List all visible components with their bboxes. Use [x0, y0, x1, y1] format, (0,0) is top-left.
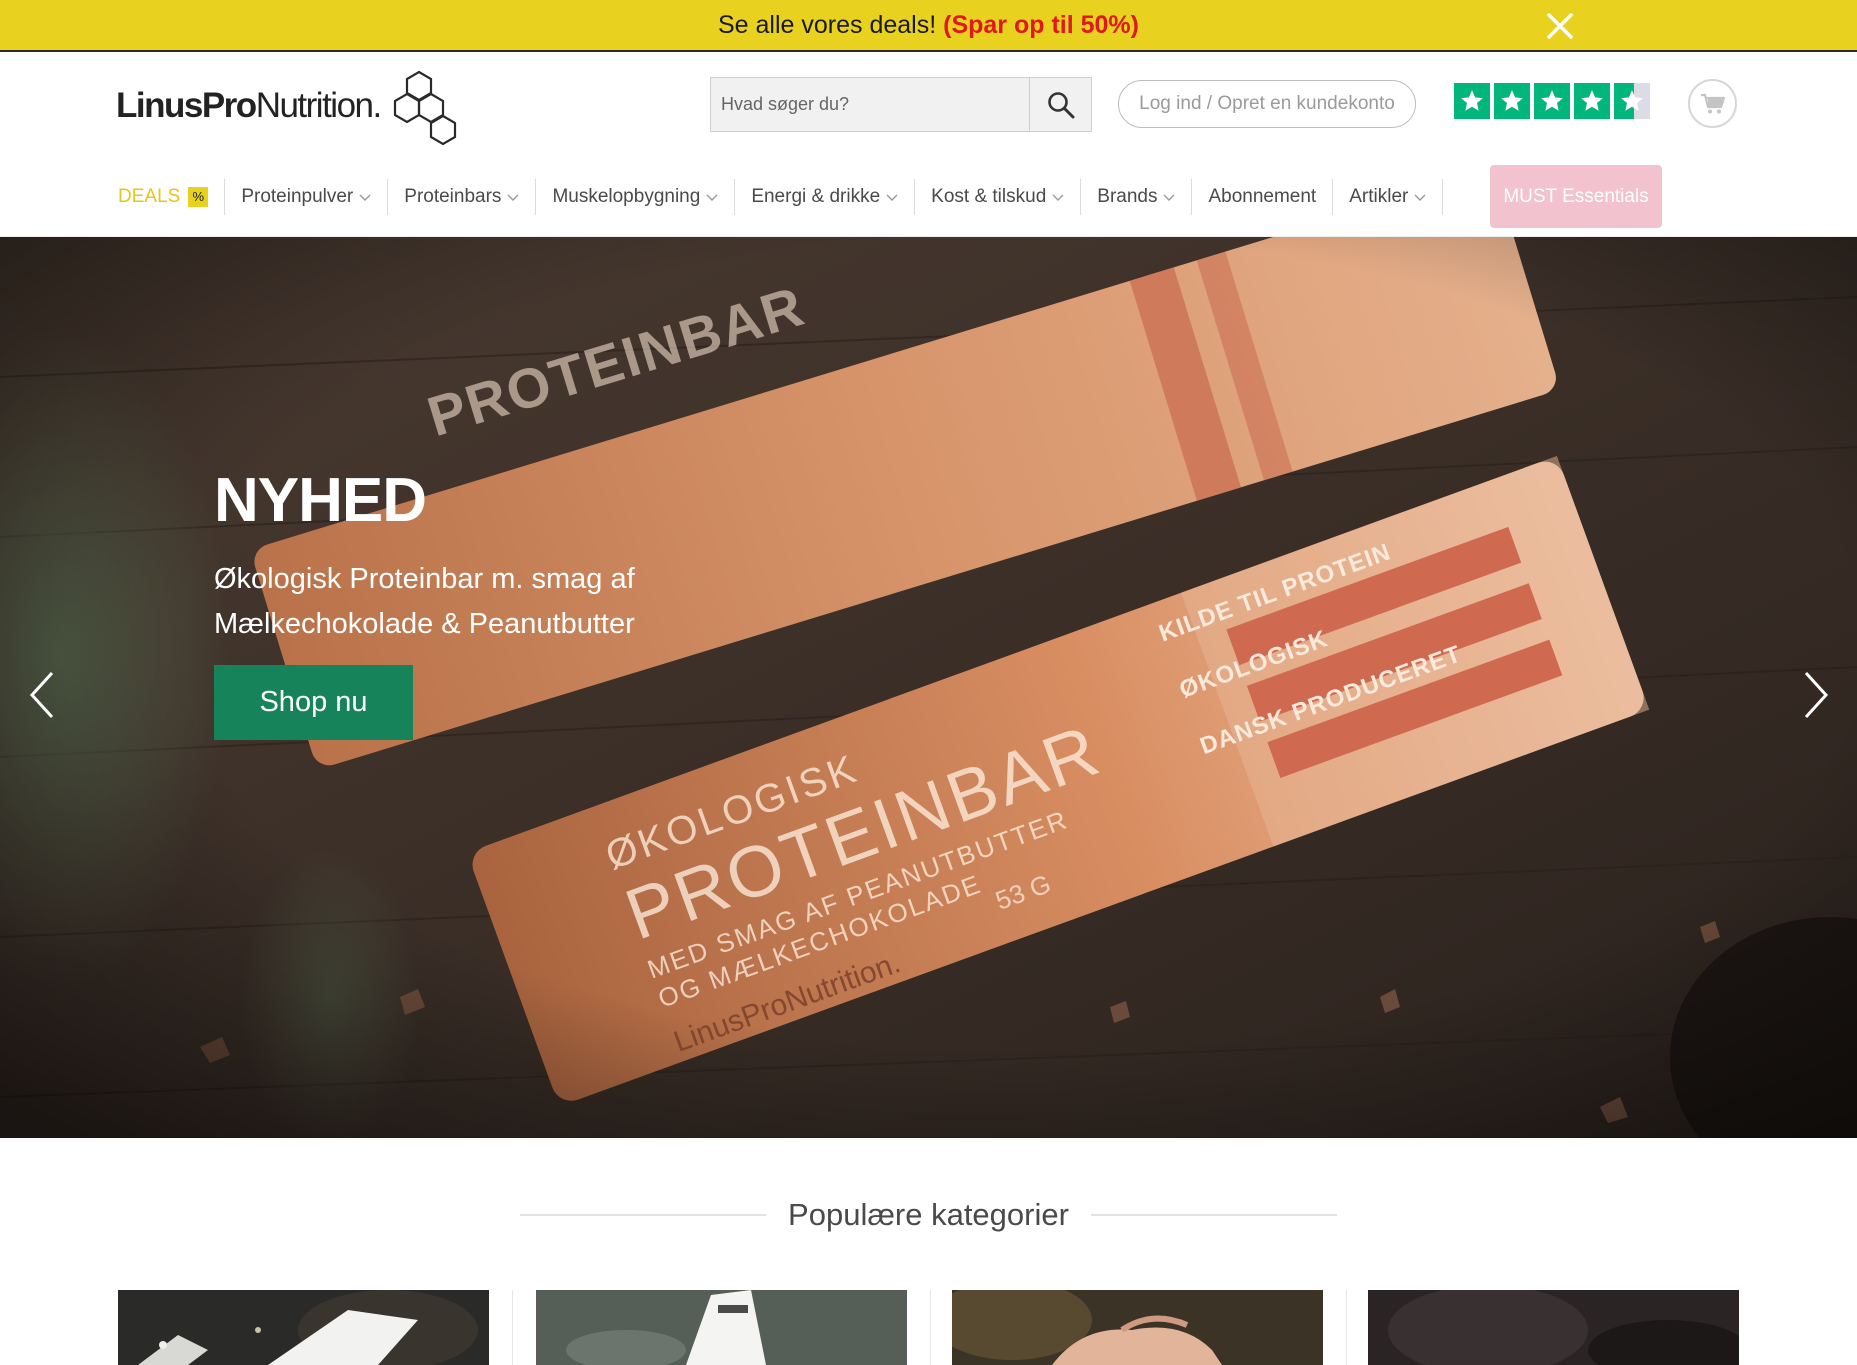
nav-item-deals[interactable]: DEALS % — [118, 179, 224, 215]
site-header: LinusProNutrition. Log ind / Opret en ku… — [0, 52, 1857, 162]
chevron-left-icon[interactable] — [22, 665, 62, 725]
search-input[interactable] — [711, 78, 1029, 131]
star-icon — [1534, 83, 1570, 119]
search-bar — [710, 77, 1092, 132]
promo-bar: Se alle vores deals! (Spar op til 50%) — [0, 0, 1857, 52]
half-star-icon — [1614, 83, 1650, 119]
trustpilot-rating[interactable] — [1454, 83, 1650, 119]
category-tile[interactable] — [952, 1290, 1323, 1365]
category-image — [536, 1290, 907, 1365]
star-icon — [1454, 83, 1490, 119]
promo-text[interactable]: Se alle vores deals! (Spar op til 50%) — [718, 11, 1139, 40]
main-nav: DEALS % Proteinpulver Proteinbars Muskel… — [0, 162, 1857, 237]
nav-item-label: Kost & tilskud — [931, 186, 1047, 207]
search-button[interactable] — [1029, 78, 1091, 131]
nav-item-proteinbars[interactable]: Proteinbars — [387, 179, 535, 215]
nav-item-abonnement[interactable]: Abonnement — [1191, 179, 1332, 215]
nav-item-label: Brands — [1097, 186, 1158, 207]
chevron-down-icon — [359, 194, 371, 201]
categories-title: Populære kategorier — [788, 1197, 1069, 1232]
percent-badge-icon: % — [188, 187, 209, 207]
nav-item-label: Muskelopbygning — [552, 186, 701, 207]
close-icon[interactable] — [1540, 6, 1580, 46]
search-icon — [1047, 91, 1074, 118]
divider — [520, 1214, 767, 1216]
site-logo[interactable]: LinusProNutrition. — [116, 66, 459, 146]
category-image — [1368, 1290, 1739, 1365]
star-icon — [1494, 83, 1530, 119]
nav-item-label: Artikler — [1349, 186, 1409, 207]
hero-slider: PROTEINBAR ØKOLOGISK PROTEINBAR MED SMAG… — [0, 237, 1857, 1138]
nav-item-muskelopbygning[interactable]: Muskelopbygning — [535, 179, 734, 215]
nav-item-kost-tilskud[interactable]: Kost & tilskud — [914, 179, 1080, 215]
cart-button[interactable] — [1688, 79, 1737, 128]
chevron-right-icon[interactable] — [1796, 665, 1836, 725]
logo-wordmark: LinusProNutrition. — [116, 86, 382, 125]
chevron-down-icon — [886, 194, 898, 201]
divider — [1090, 1214, 1337, 1216]
chevron-down-icon — [706, 194, 718, 201]
nav-item-proteinpulver[interactable]: Proteinpulver — [224, 179, 387, 215]
nav-item-brands[interactable]: Brands — [1080, 179, 1191, 215]
categories-heading: Populære kategorier — [0, 1190, 1857, 1240]
category-tile[interactable] — [118, 1290, 489, 1365]
category-image — [952, 1290, 1323, 1365]
category-tiles — [118, 1290, 1739, 1365]
nav-item-energi-drikke[interactable]: Energi & drikke — [734, 179, 914, 215]
category-image — [118, 1290, 489, 1365]
cart-icon — [1700, 93, 1725, 113]
chevron-down-icon — [1163, 194, 1175, 201]
chevron-down-icon — [507, 194, 519, 201]
category-tile[interactable] — [1368, 1290, 1739, 1365]
login-button[interactable]: Log ind / Opret en kundekonto — [1118, 80, 1416, 128]
hero-title: NYHED — [214, 466, 427, 535]
hero-subtitle: Økologisk Proteinbar m. smag af Mælkecho… — [214, 563, 635, 640]
nav-item-label: Energi & drikke — [751, 186, 881, 207]
hexagon-logo-icon — [393, 70, 456, 146]
nav-item-label: Proteinpulver — [241, 186, 354, 207]
nav-item-label: DEALS — [118, 186, 181, 207]
promo-text-label: Se alle vores deals! — [717, 10, 937, 39]
nav-item-artikler[interactable]: Artikler — [1332, 179, 1444, 215]
must-essentials-button[interactable]: MUST Essentials — [1490, 165, 1662, 228]
nav-item-label: Proteinbars — [404, 186, 502, 207]
promo-highlight: (Spar op til 50%) — [943, 10, 1139, 39]
nav-list: DEALS % Proteinpulver Proteinbars Muskel… — [118, 162, 1444, 232]
chevron-down-icon — [1414, 194, 1426, 201]
shop-now-button[interactable]: Shop nu — [214, 665, 413, 740]
category-tile[interactable] — [536, 1290, 907, 1365]
nav-item-label: Abonnement — [1208, 186, 1317, 207]
chevron-down-icon — [1052, 194, 1064, 201]
star-icon — [1574, 83, 1610, 119]
